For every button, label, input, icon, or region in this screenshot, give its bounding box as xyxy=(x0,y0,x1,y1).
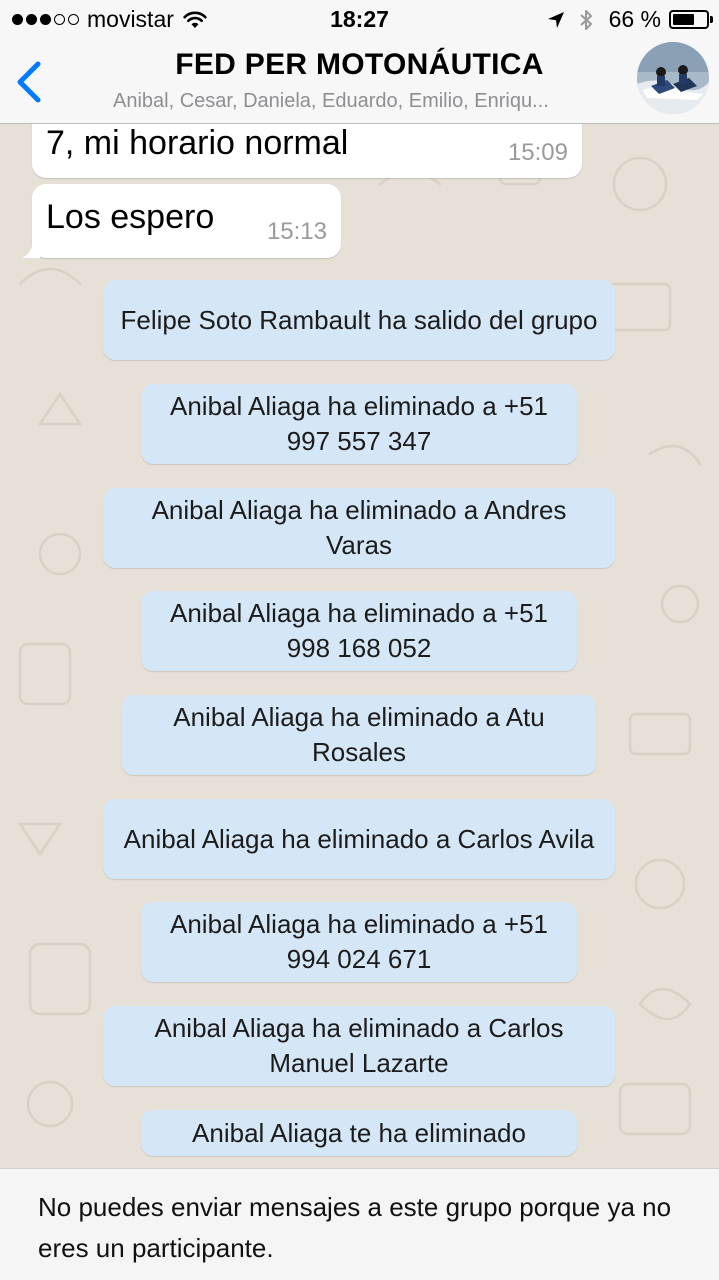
bluetooth-icon xyxy=(579,9,592,30)
status-bar: movistar 18:27 66 % xyxy=(0,0,719,40)
chat-messages-area[interactable]: 7, mi horario normal 15:09 Los espero 15… xyxy=(0,124,719,1168)
system-notice: Anibal Aliaga te ha eliminado xyxy=(141,1110,577,1156)
message-timestamp: 15:09 xyxy=(507,139,568,166)
not-participant-notice: No puedes enviar mensajes a este grupo p… xyxy=(38,1192,672,1263)
system-notice: Anibal Aliaga ha eliminado a Atu Rosales xyxy=(122,695,596,775)
battery-icon xyxy=(669,10,713,29)
location-arrow-icon xyxy=(547,11,564,28)
message-text: 7, mi horario normal xyxy=(46,124,349,162)
system-notice: Felipe Soto Rambault ha salido del grupo xyxy=(103,280,615,360)
chat-header: FED PER MOTONÁUTICA Anibal, Cesar, Danie… xyxy=(0,40,719,124)
input-disabled-footer: No puedes enviar mensajes a este grupo p… xyxy=(0,1168,719,1280)
message-bubble[interactable]: 7, mi horario normal 15:09 xyxy=(32,124,582,178)
group-name[interactable]: FED PER MOTONÁUTICA xyxy=(0,48,719,82)
avatar-image xyxy=(637,42,709,114)
battery-percentage: 66 % xyxy=(608,6,661,32)
bubble-tail xyxy=(22,240,40,258)
group-participants[interactable]: Anibal, Cesar, Daniela, Eduardo, Emilio,… xyxy=(113,90,633,113)
system-notice: Anibal Aliaga ha eliminado a +51 994 024… xyxy=(141,902,577,982)
system-notice: Anibal Aliaga ha eliminado a Carlos Manu… xyxy=(103,1006,615,1086)
battery-nub xyxy=(710,16,713,23)
status-right: 66 % xyxy=(547,6,713,33)
system-notice: Anibal Aliaga ha eliminado a Carlos Avil… xyxy=(103,799,615,879)
battery-fill xyxy=(673,14,694,25)
group-avatar[interactable] xyxy=(637,42,709,114)
message-text: Los espero xyxy=(46,198,215,236)
system-notice: Anibal Aliaga ha eliminado a Andres Vara… xyxy=(103,488,615,568)
system-notice: Anibal Aliaga ha eliminado a +51 998 168… xyxy=(141,591,577,671)
message-timestamp: 15:13 xyxy=(266,218,327,245)
message-bubble[interactable]: Los espero 15:13 xyxy=(22,184,341,258)
system-notice: Anibal Aliaga ha eliminado a +51 997 557… xyxy=(141,384,577,464)
